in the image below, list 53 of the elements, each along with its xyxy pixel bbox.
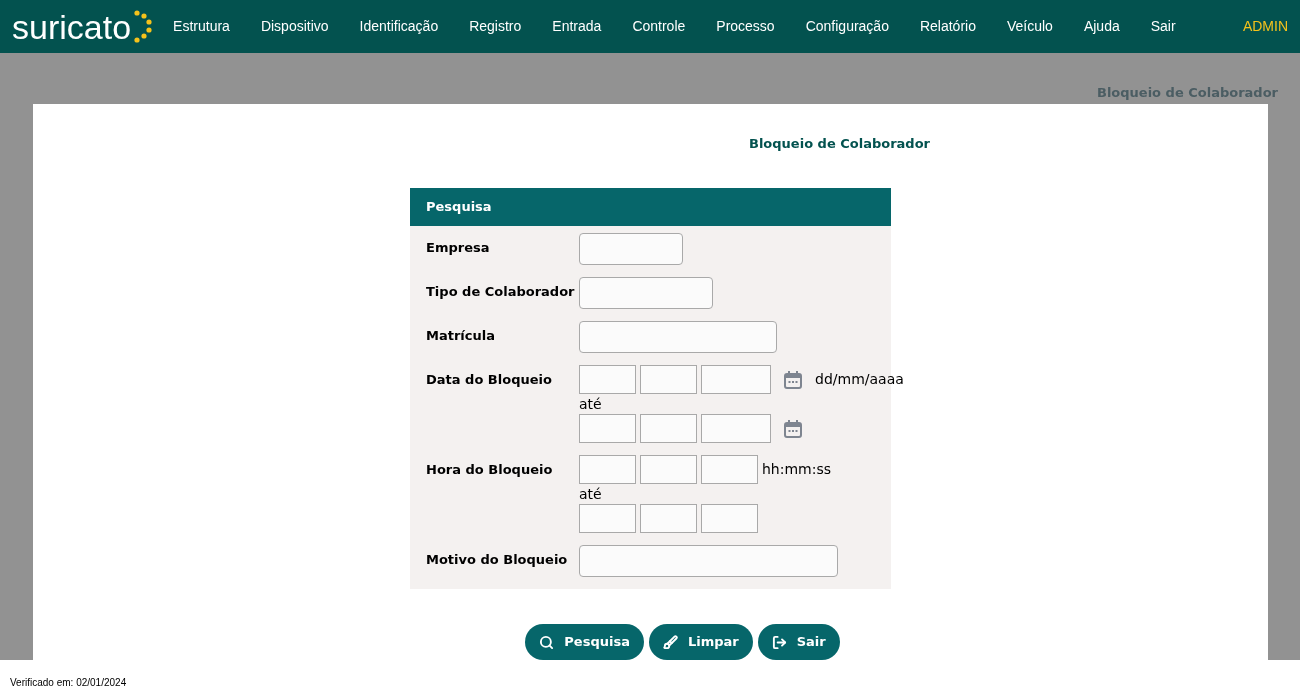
input-field[interactable] bbox=[579, 321, 777, 353]
field-label: Empresa bbox=[426, 239, 491, 257]
page-title: Bloqueio de Colaborador bbox=[749, 136, 930, 151]
menu-item[interactable]: Relatório bbox=[919, 16, 976, 37]
field-label: Matrícula bbox=[426, 327, 496, 345]
brush-icon bbox=[662, 634, 678, 650]
input-field[interactable] bbox=[640, 504, 697, 533]
input-field[interactable] bbox=[701, 455, 758, 484]
field-label: Tipo de Colaborador bbox=[426, 283, 576, 301]
input-field[interactable] bbox=[701, 365, 771, 394]
field-label: Data do Bloqueio bbox=[426, 371, 553, 389]
input-field[interactable] bbox=[701, 504, 758, 533]
range-separator: até bbox=[579, 395, 603, 414]
exit-icon bbox=[771, 634, 787, 650]
format-hint: dd/mm/aaaa bbox=[815, 370, 904, 389]
input-field[interactable] bbox=[579, 277, 713, 309]
menu-item[interactable]: Ajuda bbox=[1083, 16, 1120, 37]
format-hint: hh:mm:ss bbox=[762, 460, 832, 479]
input-field[interactable] bbox=[640, 365, 697, 394]
range-separator: até bbox=[579, 485, 603, 504]
action-button[interactable]: Limpar bbox=[648, 624, 753, 660]
menu-item[interactable]: Veículo bbox=[1006, 16, 1053, 37]
menu-item[interactable]: Controle bbox=[632, 16, 686, 37]
input-field[interactable] bbox=[701, 414, 771, 443]
menu-item[interactable]: Dispositivo bbox=[260, 16, 329, 37]
dots-icon bbox=[131, 9, 154, 44]
input-field[interactable] bbox=[579, 455, 636, 484]
menu-item[interactable]: Processo bbox=[716, 16, 775, 37]
user-name[interactable]: ADMIN bbox=[1242, 16, 1288, 37]
menu-item[interactable]: Entrada bbox=[552, 16, 602, 37]
input-field[interactable] bbox=[579, 504, 636, 533]
menu-item[interactable]: Estrutura bbox=[173, 16, 230, 37]
menu-item[interactable]: Configuração bbox=[805, 16, 889, 37]
menu-item[interactable]: Registro bbox=[469, 16, 522, 37]
input-field[interactable] bbox=[640, 455, 697, 484]
input-field[interactable] bbox=[640, 414, 697, 443]
field-label: Motivo do Bloqueio bbox=[426, 551, 569, 569]
input-field[interactable] bbox=[579, 414, 636, 443]
breadcrumb: Bloqueio de Colaborador bbox=[1097, 83, 1278, 102]
search-icon bbox=[539, 634, 555, 650]
input-field[interactable] bbox=[579, 233, 683, 265]
calendar-icon[interactable] bbox=[783, 369, 803, 390]
calendar-icon[interactable] bbox=[783, 418, 803, 439]
menu-item[interactable]: Sair bbox=[1150, 16, 1176, 37]
field-label: Hora do Bloqueio bbox=[426, 461, 554, 479]
logo-text: suricato bbox=[12, 9, 132, 44]
verification-date: Verificado em: 02/01/2024 bbox=[10, 677, 127, 688]
action-button[interactable]: Pesquisa bbox=[525, 624, 644, 660]
form-title: Pesquisa bbox=[426, 198, 492, 217]
menu-item[interactable]: Identificação bbox=[359, 16, 439, 37]
input-field[interactable] bbox=[579, 365, 636, 394]
action-button[interactable]: Sair bbox=[757, 624, 840, 660]
input-field[interactable] bbox=[579, 545, 838, 577]
